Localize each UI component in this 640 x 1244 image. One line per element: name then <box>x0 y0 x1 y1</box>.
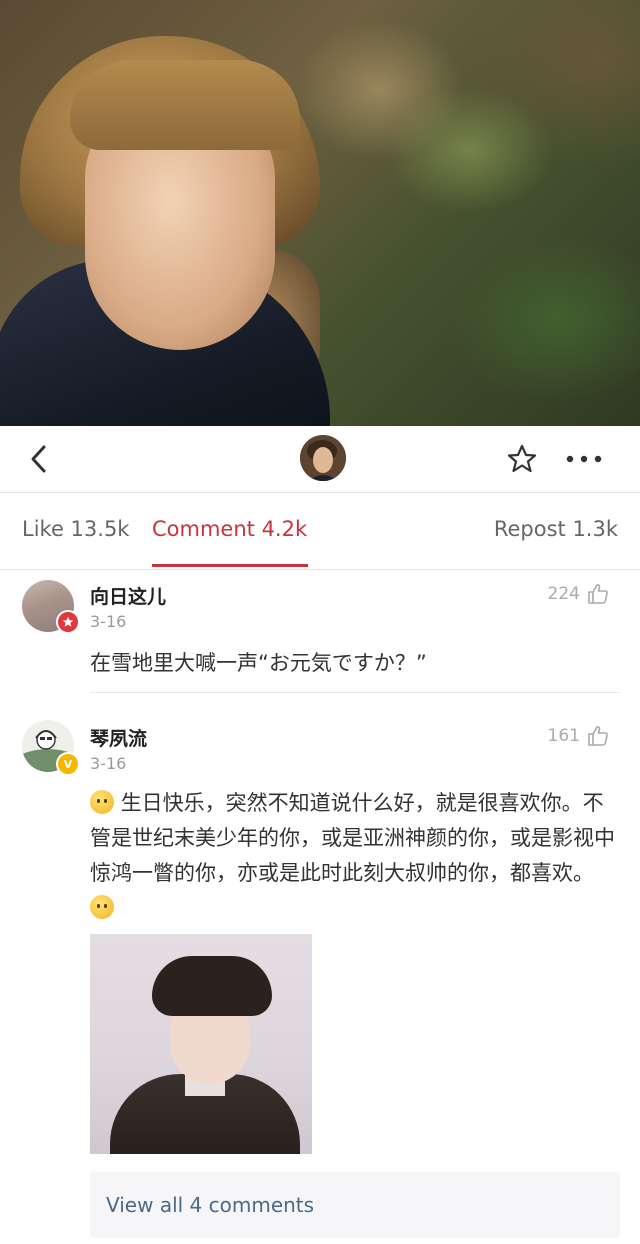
more-dots-icon <box>566 455 602 463</box>
comment-date: 3-16 <box>90 754 127 773</box>
comment-like-count: 224 <box>547 584 580 604</box>
chevron-left-icon <box>31 445 46 473</box>
comment-image-hair <box>152 956 272 1016</box>
hero-photo <box>0 0 640 426</box>
author-avatar[interactable] <box>300 435 346 481</box>
comment-username[interactable]: 向日这儿 <box>90 582 166 609</box>
comment-username[interactable]: 琴夙流 <box>90 724 147 751</box>
tab-like[interactable]: Like 13.5k <box>22 517 129 541</box>
star-outline-icon <box>507 444 537 473</box>
comment-like-button[interactable]: 161 <box>548 724 610 748</box>
active-tab-indicator <box>152 564 308 567</box>
interaction-tabs: Like 13.5k Comment 4.2k Repost 1.3k <box>0 493 640 570</box>
comment-image[interactable] <box>90 934 312 1154</box>
thumbs-up-icon <box>588 584 608 604</box>
more-button[interactable] <box>563 443 605 475</box>
verified-badge-letter: V <box>63 757 73 771</box>
tab-comment[interactable]: Comment 4.2k <box>152 517 307 541</box>
back-button[interactable] <box>22 442 56 476</box>
author-avatar-image <box>300 435 346 481</box>
worried-emoji-icon <box>90 895 114 919</box>
view-all-comments-label: View all 4 comments <box>106 1193 315 1217</box>
verified-v-badge-icon: V <box>56 752 80 776</box>
top-nav-bar <box>0 426 640 493</box>
comment-like-count: 161 <box>547 726 580 746</box>
red-star-badge-icon <box>56 610 80 634</box>
view-all-comments-button[interactable]: View all 4 comments <box>90 1172 620 1238</box>
thinking-emoji-icon <box>90 790 114 814</box>
comment-divider <box>90 692 620 693</box>
favorite-button[interactable] <box>506 443 538 475</box>
hero-photo-fringe <box>70 60 300 150</box>
comment-date: 3-16 <box>90 612 127 631</box>
comment-text: 在雪地里大喊一声“お元気ですか？” <box>90 651 427 675</box>
comment-text-container: 生日快乐，突然不知道说什么好，就是很喜欢你。不管是世纪末美少年的你，或是亚洲神颜… <box>90 786 615 926</box>
tab-repost[interactable]: Repost 1.3k <box>494 517 618 541</box>
thumbs-up-icon <box>588 726 608 746</box>
comment-like-button[interactable]: 224 <box>548 582 610 606</box>
comment-text: 生日快乐，突然不知道说什么好，就是很喜欢你。不管是世纪末美少年的你，或是亚洲神颜… <box>90 791 615 885</box>
